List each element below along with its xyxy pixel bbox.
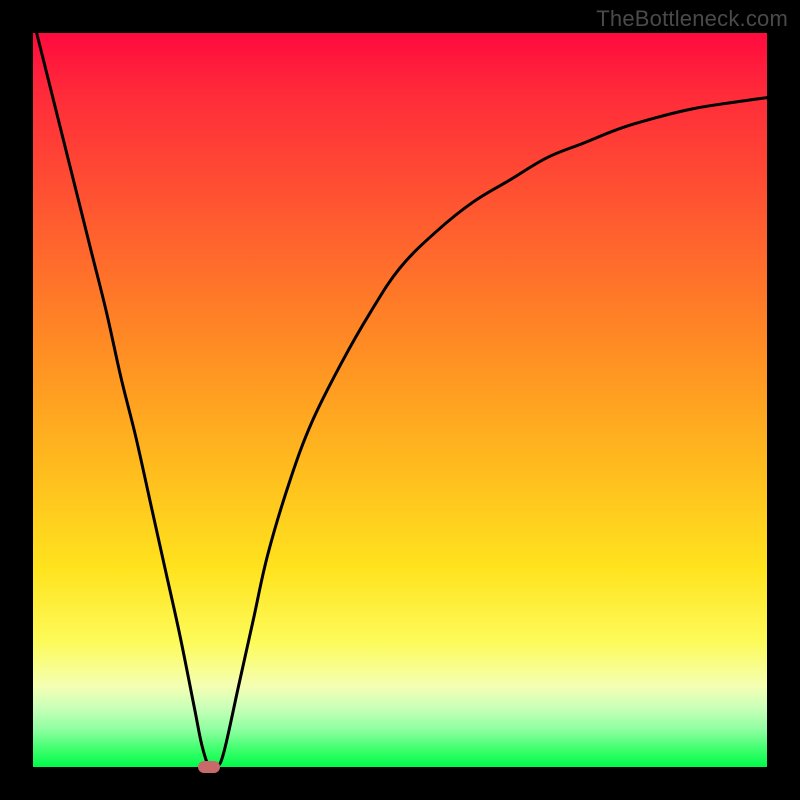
chart-svg [33, 33, 767, 767]
watermark-text: TheBottleneck.com [596, 6, 788, 32]
optimal-point-marker [198, 761, 220, 773]
bottleneck-curve [33, 18, 767, 769]
chart-frame: TheBottleneck.com [0, 0, 800, 800]
